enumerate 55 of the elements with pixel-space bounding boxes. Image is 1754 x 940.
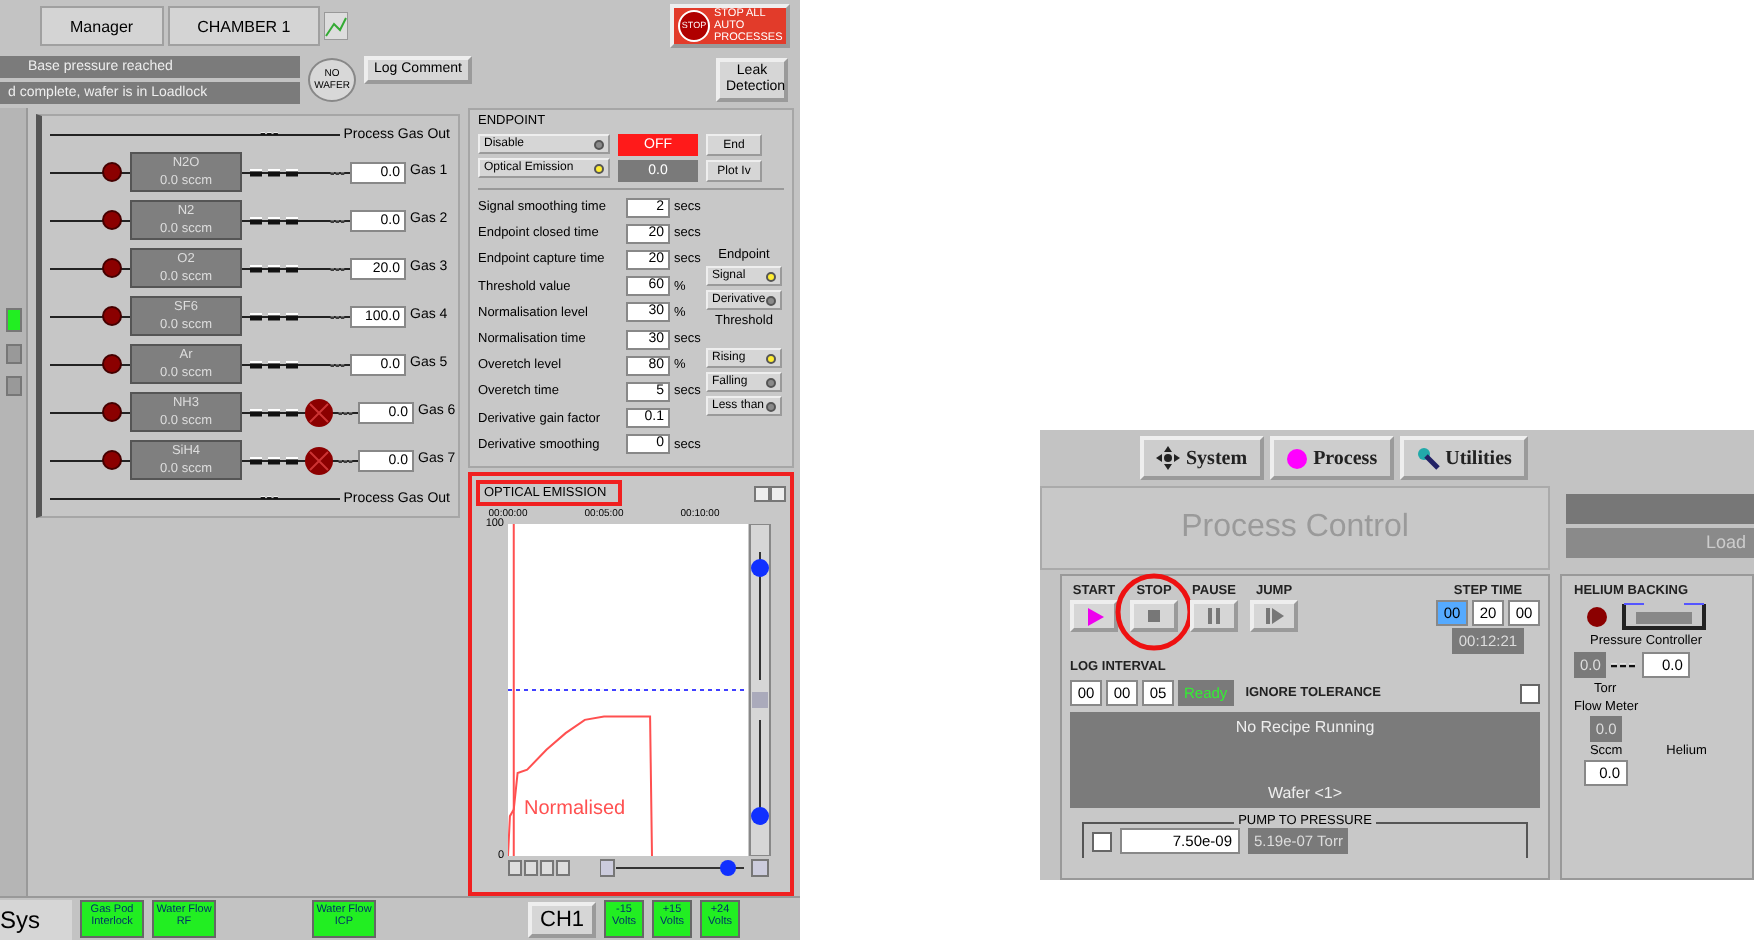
pipe-fittings-icon [248, 360, 304, 372]
stop-button[interactable] [1130, 600, 1178, 632]
jump-button[interactable] [1250, 600, 1298, 632]
pipe-fittings-icon [248, 216, 304, 228]
highlight-circle [1114, 572, 1194, 652]
checkbox[interactable] [1092, 831, 1112, 851]
chamber-drawing [1620, 602, 1708, 630]
pipe-fittings-icon [330, 168, 346, 180]
status-indicator [5, 308, 21, 332]
skip-icon [1265, 608, 1283, 624]
tab[interactable]: System [1140, 436, 1264, 480]
valve-icon [102, 162, 122, 182]
pipe-fittings-icon [248, 312, 304, 324]
pipe-fittings-icon [259, 492, 280, 504]
valve-icon [1586, 605, 1608, 627]
valve-icon [304, 445, 334, 475]
pipe-fittings-icon [330, 216, 346, 228]
valve-icon [102, 402, 122, 422]
circle-icon [1285, 447, 1308, 469]
pipe-fittings-icon [248, 168, 304, 180]
pipe-fittings-icon [338, 408, 354, 420]
recipe-status: No Recipe Running [1235, 718, 1375, 736]
valve-icon [102, 354, 122, 374]
valve-icon [102, 306, 122, 326]
valve-icon [102, 210, 122, 230]
move-arrows-icon [1156, 446, 1180, 470]
pause-button[interactable] [1190, 600, 1238, 632]
stop-icon [1148, 610, 1160, 622]
play-button[interactable] [1070, 600, 1118, 632]
tab[interactable]: Process [1269, 436, 1394, 480]
trace-label: Normalised [524, 798, 626, 820]
pipe-fittings-icon [248, 264, 304, 276]
tab[interactable]: Utilities [1399, 436, 1528, 480]
tab[interactable]: Manager [40, 6, 164, 46]
pipe-fittings-icon [330, 264, 346, 276]
pipe-fittings-icon [330, 360, 346, 372]
play-icon [1085, 607, 1103, 625]
pause-icon [1207, 608, 1221, 624]
pipe-fittings-icon [338, 456, 354, 468]
tab[interactable]: CHAMBER 1 [167, 6, 321, 46]
checkbox[interactable] [1520, 683, 1540, 703]
pipe-fittings-icon [248, 408, 304, 420]
status-bar: Load [1566, 528, 1754, 558]
tab[interactable]: Sys [0, 899, 72, 939]
tools-icon [1415, 446, 1440, 470]
valve-icon [304, 397, 334, 427]
valve-icon [102, 258, 122, 278]
pipe-fittings-icon [248, 456, 304, 468]
graph-icon [324, 12, 349, 40]
pipe-fittings-icon [1610, 659, 1639, 671]
valve-icon [102, 450, 122, 470]
pipe-fittings-icon [330, 312, 346, 324]
pipe-fittings-icon [259, 128, 280, 140]
channel-button[interactable]: CH1 [528, 901, 597, 937]
wafer-label: Wafer <1> [1267, 784, 1343, 802]
